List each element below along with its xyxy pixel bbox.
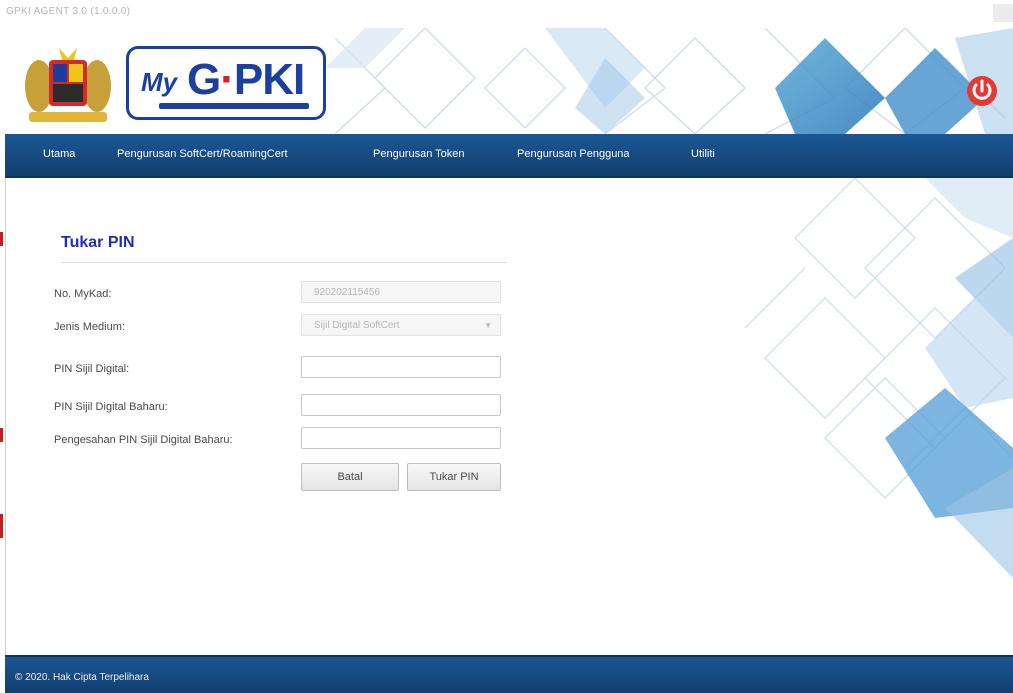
logo-subtitle-bar bbox=[159, 103, 309, 109]
window-titlebar: GPKI AGENT 3.0 (1.0.0.0) bbox=[0, 0, 1013, 29]
main-content: Tukar PIN No. MyKad: 920202115456 Jenis … bbox=[5, 178, 1013, 655]
new-pin-input[interactable] bbox=[301, 394, 501, 416]
app-footer: © 2020. Hak Cipta Terpelihara bbox=[5, 655, 1013, 693]
mygpki-logo: My G·PKI bbox=[126, 46, 326, 120]
window-control-button[interactable] bbox=[993, 4, 1013, 22]
main-navbar: Utama Pengurusan SoftCert/RoamingCert Pe… bbox=[5, 134, 1013, 178]
nav-item-utama[interactable]: Utama bbox=[43, 148, 75, 160]
mykad-value: 920202115456 bbox=[314, 287, 380, 298]
nav-item-pengguna[interactable]: Pengurusan Pengguna bbox=[517, 148, 630, 160]
cancel-button[interactable]: Batal bbox=[301, 463, 399, 491]
content-background-decoration bbox=[744, 178, 1013, 578]
mykad-label: No. MyKad: bbox=[54, 288, 112, 300]
change-pin-button[interactable]: Tukar PIN bbox=[407, 463, 501, 491]
page-title: Tukar PIN bbox=[61, 234, 135, 251]
confirm-pin-input[interactable] bbox=[301, 427, 501, 449]
medium-label: Jenis Medium: bbox=[54, 321, 125, 333]
nav-item-utiliti[interactable]: Utiliti bbox=[691, 148, 715, 160]
logo-text-gpki: G·PKI bbox=[187, 55, 305, 104]
new-pin-label: PIN Sijil Digital Baharu: bbox=[54, 401, 168, 413]
pin-label: PIN Sijil Digital: bbox=[54, 363, 130, 375]
window-title: GPKI AGENT 3.0 (1.0.0.0) bbox=[6, 6, 131, 17]
copyright-text: © 2020. Hak Cipta Terpelihara bbox=[15, 672, 149, 683]
power-icon[interactable] bbox=[965, 74, 999, 108]
mykad-field: 920202115456 bbox=[301, 281, 501, 303]
government-crest-logo bbox=[25, 48, 111, 122]
medium-value: Sijil Digital SoftCert bbox=[314, 320, 400, 331]
chevron-down-icon: ▼ bbox=[484, 321, 492, 330]
nav-item-softcert[interactable]: Pengurusan SoftCert/RoamingCert bbox=[117, 148, 288, 160]
pin-input[interactable] bbox=[301, 356, 501, 378]
title-divider bbox=[61, 262, 507, 263]
nav-item-token[interactable]: Pengurusan Token bbox=[373, 148, 465, 160]
medium-select: Sijil Digital SoftCert ▼ bbox=[301, 314, 501, 336]
logo-text-my: My bbox=[141, 67, 178, 97]
app-header: My G·PKI bbox=[5, 28, 1013, 134]
confirm-pin-label: Pengesahan PIN Sijil Digital Baharu: bbox=[54, 434, 233, 446]
